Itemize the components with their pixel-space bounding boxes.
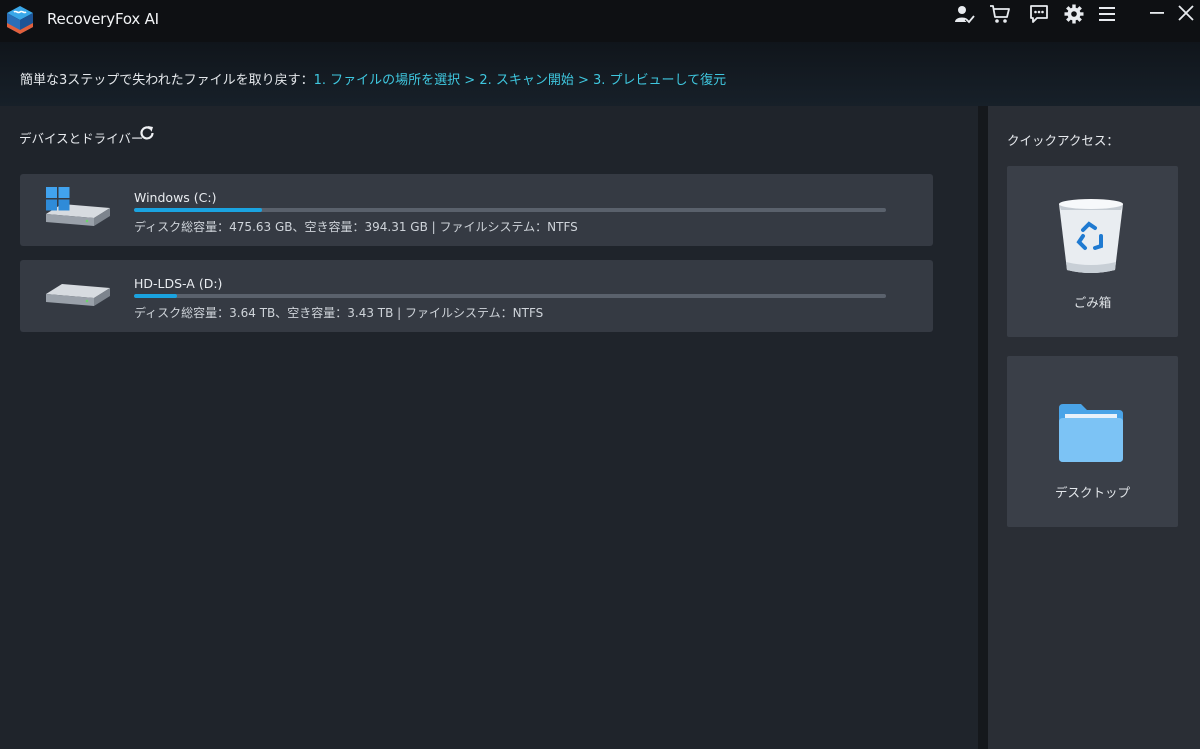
devices-panel: デバイスとドライバー Windows (C:) ディスク総容量：475.63 G… [0,106,978,749]
quick-access-label: デスクトップ [1054,485,1130,500]
panel-divider [978,106,988,749]
drive-usage-bar [134,294,886,298]
drive-card-c[interactable]: Windows (C:) ディスク総容量：475.63 GB、空き容量：394.… [20,174,933,246]
folder-icon [1059,404,1123,462]
devices-title: デバイスとドライバー [19,131,144,146]
title-bar: RecoveryFox AI [0,0,1200,42]
drive-card-d[interactable]: HD-LDS-A (D:) ディスク総容量：3.64 TB、空き容量：3.43 … [20,260,933,332]
drive-usage-bar [134,208,886,212]
menu-icon[interactable] [1096,3,1118,25]
quick-access-panel: クイックアクセス： ごみ箱 デスクトップ [988,106,1200,749]
steps-list: 1. ファイルの場所を選択 > 2. スキャン開始 > 3. プレビューして復元 [313,73,727,88]
feedback-icon[interactable] [1028,3,1050,25]
close-icon[interactable] [1175,3,1197,25]
drive-name: HD-LDS-A (D:) [134,276,223,291]
steps-banner: 簡単な3ステップで失われたファイルを取り戻す：1. ファイルの場所を選択 > 2… [0,42,1200,106]
cart-icon[interactable] [989,3,1011,25]
drive-usage-fill [134,208,262,212]
drive-info: ディスク総容量：475.63 GB、空き容量：394.31 GB | ファイルシ… [134,220,578,234]
app-logo [7,6,33,34]
quick-access-desktop[interactable]: デスクトップ [1007,356,1178,527]
refresh-icon[interactable] [138,124,156,142]
quick-access-recycle-bin[interactable]: ごみ箱 [1007,166,1178,337]
recycle-bin-icon [1059,199,1123,273]
user-check-icon[interactable] [953,3,975,25]
quick-access-label: ごみ箱 [1073,295,1112,310]
hard-drive-icon [46,284,110,306]
app-title: RecoveryFox AI [47,10,159,28]
gear-icon[interactable] [1063,3,1085,25]
drive-name: Windows (C:) [134,190,217,205]
steps-intro: 簡単な3ステップで失われたファイルを取り戻す： [20,73,314,88]
minimize-icon[interactable] [1146,3,1168,25]
drive-usage-fill [134,294,177,298]
drive-info: ディスク総容量：3.64 TB、空き容量：3.43 TB | ファイルシステム：… [134,306,544,320]
windows-drive-icon [46,187,110,226]
quick-access-title: クイックアクセス： [1007,133,1119,148]
steps-text: 簡単な3ステップで失われたファイルを取り戻す：1. ファイルの場所を選択 > 2… [20,69,726,88]
